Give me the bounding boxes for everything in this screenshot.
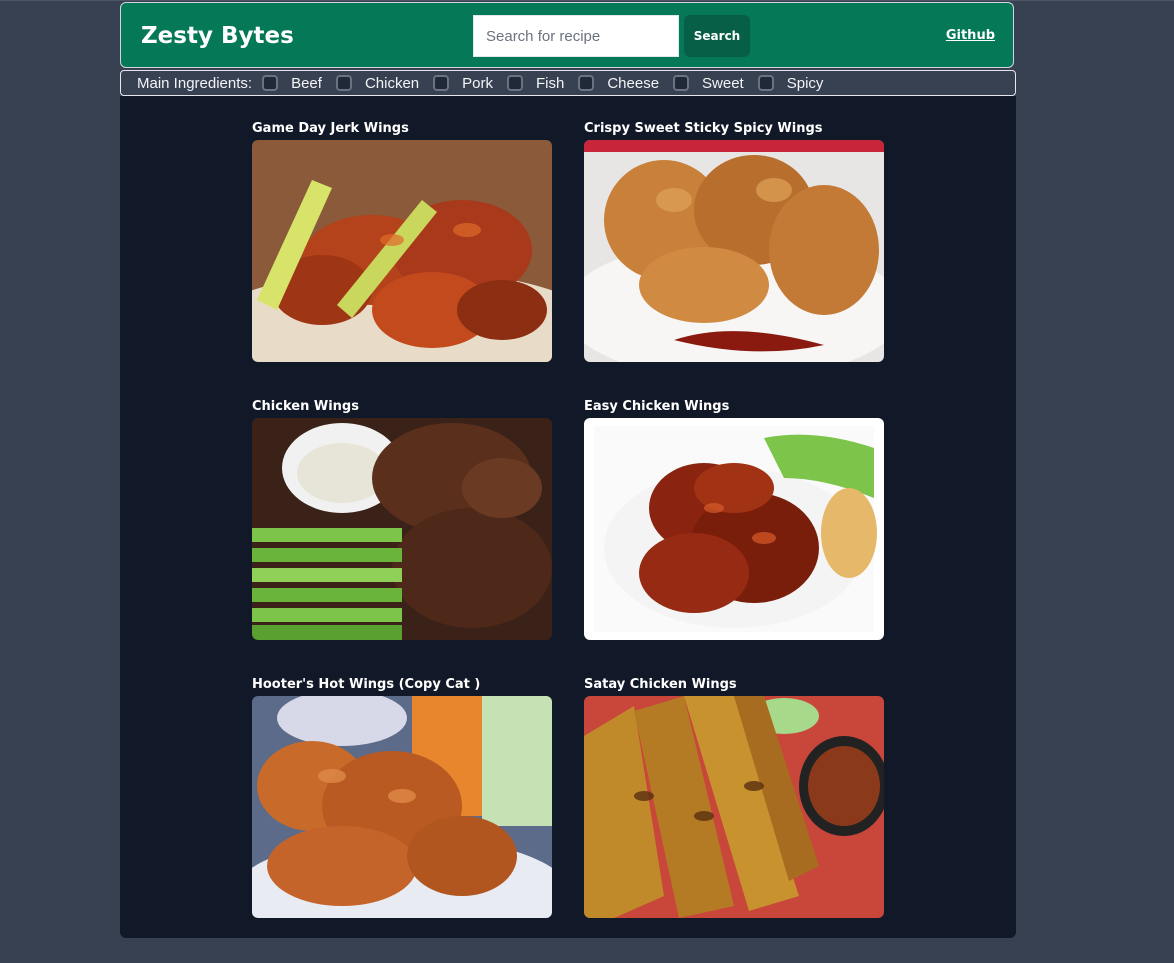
recipe-card[interactable]: Easy Chicken Wings <box>584 396 884 640</box>
cheese-checkbox[interactable] <box>578 75 595 91</box>
recipe-grid: Game Day Jerk Wings Crispy Sweet Sticky … <box>120 96 1016 938</box>
chicken-checkbox[interactable] <box>335 75 352 91</box>
filter-option-label: Chicken <box>364 74 420 92</box>
search-input[interactable] <box>473 15 679 57</box>
recipe-card[interactable]: Chicken Wings <box>252 396 552 640</box>
filter-pork[interactable]: Pork <box>433 75 493 92</box>
recipe-title[interactable]: Game Day Jerk Wings <box>252 118 552 140</box>
filter-label: Main Ingredients: <box>137 74 253 92</box>
filter-option-label: Spicy <box>786 74 824 92</box>
filter-option-label: Beef <box>291 74 322 92</box>
ingredient-filter-bar: Main Ingredients: Beef Chicken Pork Fish… <box>120 70 1016 96</box>
recipe-image-satay-wings[interactable] <box>584 696 884 918</box>
recipe-card[interactable]: Game Day Jerk Wings <box>252 118 552 362</box>
recipe-title[interactable]: Satay Chicken Wings <box>584 674 884 696</box>
spicy-checkbox[interactable] <box>757 75 774 91</box>
recipe-card[interactable]: Crispy Sweet Sticky Spicy Wings <box>584 118 884 362</box>
filter-chicken[interactable]: Chicken <box>335 74 420 92</box>
filter-cheese[interactable]: Cheese <box>578 75 659 92</box>
site-header: Zesty Bytes Search Github <box>120 2 1014 68</box>
search-button[interactable]: Search <box>684 15 750 57</box>
recipe-image-crispy-wings[interactable] <box>584 140 884 362</box>
recipe-card[interactable]: Satay Chicken Wings <box>584 674 884 918</box>
filter-option-label: Fish <box>535 74 565 92</box>
recipe-card[interactable]: Hooter's Hot Wings (Copy Cat ) <box>252 674 552 918</box>
recipe-image-easy-chicken-wings[interactable] <box>584 418 884 640</box>
recipe-title[interactable]: Chicken Wings <box>252 396 552 418</box>
window-top-border <box>0 0 1174 1</box>
recipe-title[interactable]: Crispy Sweet Sticky Spicy Wings <box>584 118 884 140</box>
sweet-checkbox[interactable] <box>673 75 690 91</box>
filter-option-label: Pork <box>462 74 493 92</box>
beef-checkbox[interactable] <box>262 75 279 91</box>
filter-option-label: Cheese <box>607 74 660 92</box>
recipe-image-hot-wings[interactable] <box>252 696 552 918</box>
site-logo-title[interactable]: Zesty Bytes <box>141 23 294 49</box>
filter-sweet[interactable]: Sweet <box>673 75 744 92</box>
filter-fish[interactable]: Fish <box>506 74 565 92</box>
github-link[interactable]: Github <box>946 28 995 43</box>
filter-beef[interactable]: Beef <box>262 75 322 92</box>
pork-checkbox[interactable] <box>433 75 450 91</box>
recipe-image-chicken-wings[interactable] <box>252 418 552 640</box>
fish-checkbox[interactable] <box>506 75 523 91</box>
filter-option-label: Sweet <box>702 74 744 92</box>
filter-spicy[interactable]: Spicy <box>757 74 824 92</box>
recipe-title[interactable]: Hooter's Hot Wings (Copy Cat ) <box>252 674 552 696</box>
recipe-title[interactable]: Easy Chicken Wings <box>584 396 884 418</box>
recipe-image-jerk-wings[interactable] <box>252 140 552 362</box>
